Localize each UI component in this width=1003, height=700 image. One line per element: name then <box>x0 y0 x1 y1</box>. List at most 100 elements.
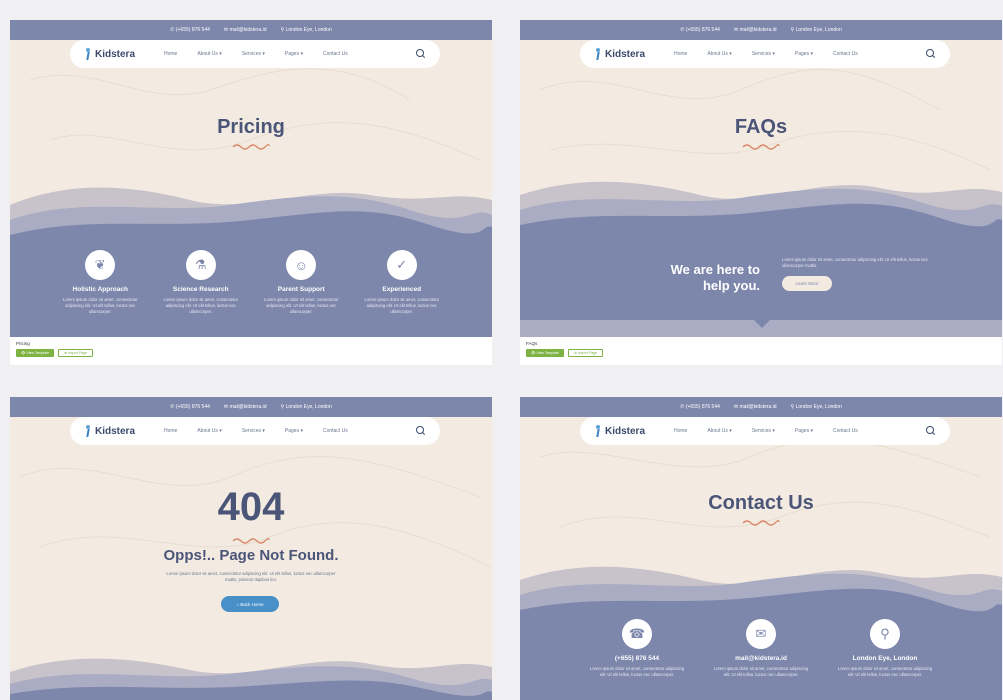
contact-title: (+655) 876 544 <box>614 655 660 662</box>
nav-contact[interactable]: Contact Us <box>833 428 858 434</box>
contact-title: mail@kidstera.id <box>735 655 787 662</box>
not-found-description: Lorem ipsum dolor sit amet, consectetur … <box>166 571 336 582</box>
location-info: ⚲ London Eye, London <box>280 27 332 33</box>
hand-heart-icon: ❦ <box>85 250 116 280</box>
location-info: ⚲ London Eye, London <box>790 404 842 410</box>
wave-section <box>10 658 492 700</box>
learn-more-button[interactable]: Learn More <box>782 276 832 291</box>
top-info-bar: ✆ (+655) 876 544 ✉ mail@kidstera.id ⚲ Lo… <box>10 397 492 417</box>
nav-pages[interactable]: Pages ▾ <box>795 428 813 434</box>
page-title: Contact Us <box>708 492 814 514</box>
logo[interactable]: Kidstera <box>84 425 164 437</box>
nav-pages[interactable]: Pages ▾ <box>285 51 303 57</box>
contact-title: London Eye, London <box>852 655 918 662</box>
contact-item: ☎ (+655) 876 544 Lorem ipsum dolor sit a… <box>587 619 687 678</box>
import-page-button[interactable]: ⊕ Import Page <box>58 349 94 357</box>
search-icon[interactable] <box>416 49 426 59</box>
logo-mark-icon <box>84 425 92 437</box>
logo[interactable]: Kidstera <box>594 48 674 60</box>
thumbs-up-icon: ✓ <box>386 250 417 280</box>
not-found-title: Opps!.. Page Not Found. <box>163 547 339 564</box>
feature-desc: Lorem ipsum dolor sit amet, consectetur … <box>364 297 439 314</box>
logo[interactable]: Kidstera <box>594 425 674 437</box>
phone-info: ✆ (+655) 876 544 <box>170 27 210 33</box>
logo-mark-icon <box>84 48 92 60</box>
nav-about[interactable]: About Us ▾ <box>707 428 731 434</box>
nav-home[interactable]: Home <box>674 51 687 57</box>
faq-heading-line1: We are here to <box>670 262 760 277</box>
contact-desc: Lorem ipsum dolor sit amet, consectetur … <box>837 666 933 677</box>
template-preview[interactable]: ✆ (+655) 876 544 ✉ mail@kidstera.id ⚲ Lo… <box>520 20 1002 337</box>
phone-info: ✆ (+655) 876 544 <box>680 27 720 33</box>
back-home-button[interactable]: ⌂ Back Home <box>221 596 279 612</box>
nav-pages[interactable]: Pages ▾ <box>795 51 813 57</box>
nav-services[interactable]: Services ▾ <box>242 428 265 434</box>
feature-title: Science Research <box>172 286 229 293</box>
nav-about[interactable]: About Us ▾ <box>197 428 221 434</box>
feature-item: ✓ Experienced Lorem ipsum dolor sit amet… <box>357 250 447 315</box>
location-info: ⚲ London Eye, London <box>280 404 332 410</box>
nav-about[interactable]: About Us ▾ <box>197 51 221 57</box>
faq-description: Lorem ipsum dolor sit amet, consectetur … <box>782 257 928 268</box>
contact-item: ✉ mail@kidstera.id Lorem ipsum dolor sit… <box>711 619 811 678</box>
mail-icon: ✉ <box>746 619 776 649</box>
nav-contact[interactable]: Contact Us <box>833 51 858 57</box>
logo-mark-icon <box>594 48 602 60</box>
template-card-404: ✆ (+655) 876 544 ✉ mail@kidstera.id ⚲ Lo… <box>10 397 492 700</box>
nav-contact[interactable]: Contact Us <box>323 51 348 57</box>
view-template-button[interactable]: 👁 View Template <box>526 349 565 357</box>
squiggle-icon <box>232 538 270 544</box>
email-info: ✉ mail@kidstera.id <box>733 27 777 33</box>
top-info-bar: ✆ (+655) 876 544 ✉ mail@kidstera.id ⚲ Lo… <box>10 20 492 40</box>
family-icon: ☺ <box>286 250 317 280</box>
card-title: FAQs <box>526 341 538 346</box>
template-preview[interactable]: ✆ (+655) 876 544 ✉ mail@kidstera.id ⚲ Lo… <box>10 397 492 700</box>
nav-services[interactable]: Services ▾ <box>242 51 265 57</box>
feature-title: Parent Support <box>277 286 325 293</box>
contact-item: ⚲ London Eye, London Lorem ipsum dolor s… <box>835 619 935 678</box>
contact-desc: Lorem ipsum dolor sit amet, consectetur … <box>713 666 809 677</box>
template-card-faqs: ✆ (+655) 876 544 ✉ mail@kidstera.id ⚲ Lo… <box>520 20 1002 365</box>
search-icon[interactable] <box>416 426 426 436</box>
nav-home[interactable]: Home <box>164 428 177 434</box>
search-icon[interactable] <box>926 426 936 436</box>
card-caption: Pricing 👁 View Template ⊕ Import Page <box>10 337 492 365</box>
navbar: Kidstera Home About Us ▾ Services ▾ Page… <box>70 417 440 445</box>
top-info-bar: ✆ (+655) 876 544 ✉ mail@kidstera.id ⚲ Lo… <box>520 20 1002 40</box>
nav-pages[interactable]: Pages ▾ <box>285 428 303 434</box>
card-title: Pricing <box>16 341 30 346</box>
feature-title: Experienced <box>382 286 422 293</box>
wave-section <box>520 181 1002 337</box>
feature-desc: Lorem ipsum dolor sit amet, consectetur … <box>264 297 339 314</box>
search-icon[interactable] <box>926 49 936 59</box>
nav-services[interactable]: Services ▾ <box>752 428 775 434</box>
template-card-pricing: ✆ (+655) 876 544 ✉ mail@kidstera.id ⚲ Lo… <box>10 20 492 365</box>
view-template-button[interactable]: 👁 View Template <box>16 349 55 357</box>
error-code: 404 <box>217 485 285 529</box>
squiggle-icon <box>232 144 270 150</box>
phone-info: ✆ (+655) 876 544 <box>170 404 210 410</box>
logo[interactable]: Kidstera <box>84 48 164 60</box>
features-row: ❦ Holistic Approach Lorem ipsum dolor si… <box>10 250 492 315</box>
email-info: ✉ mail@kidstera.id <box>223 27 267 33</box>
phone-icon: ☎ <box>622 619 652 649</box>
feature-item: ⚗ Science Research Lorem ipsum dolor sit… <box>156 250 246 315</box>
top-info-bar: ✆ (+655) 876 544 ✉ mail@kidstera.id ⚲ Lo… <box>520 397 1002 417</box>
nav-services[interactable]: Services ▾ <box>752 51 775 57</box>
nav-contact[interactable]: Contact Us <box>323 428 348 434</box>
template-preview[interactable]: ✆ (+655) 876 544 ✉ mail@kidstera.id ⚲ Lo… <box>520 397 1002 700</box>
navbar: Kidstera Home About Us ▾ Services ▾ Page… <box>580 40 950 68</box>
nav-about[interactable]: About Us ▾ <box>707 51 731 57</box>
import-page-button[interactable]: ⊕ Import Page <box>568 349 604 357</box>
location-info: ⚲ London Eye, London <box>790 27 842 33</box>
nav-home[interactable]: Home <box>674 428 687 434</box>
nav-home[interactable]: Home <box>164 51 177 57</box>
page-title: FAQs <box>734 116 788 138</box>
map-icon: ⚲ <box>870 619 900 649</box>
template-card-contact: ✆ (+655) 876 544 ✉ mail@kidstera.id ⚲ Lo… <box>520 397 1002 700</box>
email-info: ✉ mail@kidstera.id <box>733 404 777 410</box>
template-preview[interactable]: ✆ (+655) 876 544 ✉ mail@kidstera.id ⚲ Lo… <box>10 20 492 337</box>
email-info: ✉ mail@kidstera.id <box>223 404 267 410</box>
contact-desc: Lorem ipsum dolor sit amet, consectetur … <box>589 666 685 677</box>
feature-item: ❦ Holistic Approach Lorem ipsum dolor si… <box>55 250 145 315</box>
